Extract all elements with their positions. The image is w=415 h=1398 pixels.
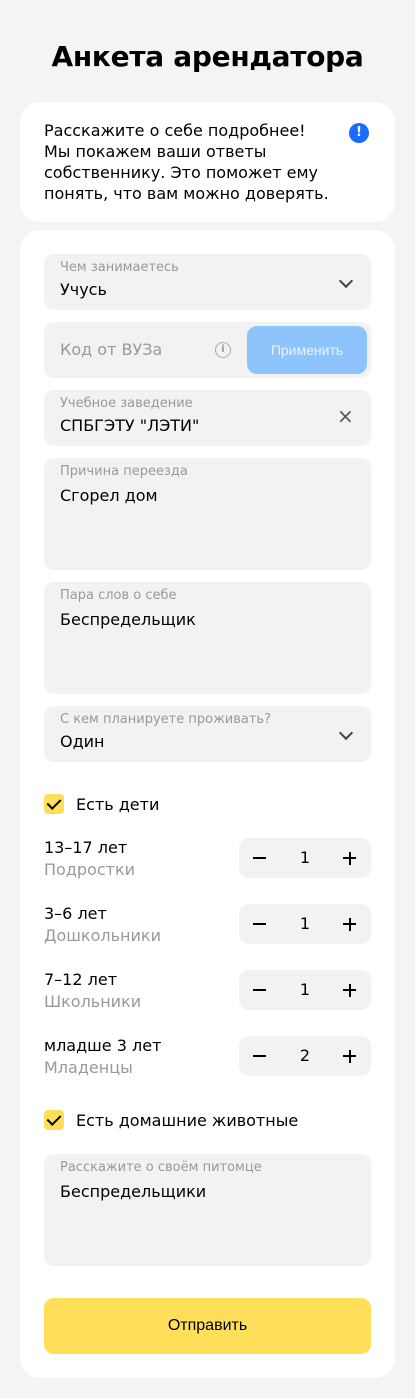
cohabitants-label: С кем планируете проживать? xyxy=(60,712,271,727)
info-text: Расскажите о себе подробнее! Мы покажем … xyxy=(44,121,329,203)
age-group-subtitle: Младенцы xyxy=(44,1058,133,1077)
children-stepper: 1 xyxy=(239,838,371,878)
age-group-title: 3–6 лет xyxy=(44,904,107,923)
info-icon[interactable]: i xyxy=(215,342,231,358)
about-label: Пара слов о себе xyxy=(60,588,177,603)
chevron-down-icon xyxy=(338,273,354,289)
pet-about-textarea[interactable]: Расскажите о своём питомце Беспредельщик… xyxy=(44,1154,371,1266)
university-code-field: i Применить xyxy=(44,322,371,378)
age-group-row: младше 3 лет Младенцы 2 xyxy=(44,1036,371,1080)
has-children-checkbox[interactable] xyxy=(44,794,64,814)
age-group-row: 3–6 лет Дошкольники 1 xyxy=(44,904,371,948)
age-group-title: 13–17 лет xyxy=(44,838,128,857)
university-code-input[interactable] xyxy=(60,340,210,359)
chevron-down-icon xyxy=(338,725,354,741)
exclamation-icon: ! xyxy=(349,123,369,143)
occupation-value: Учусь xyxy=(60,280,107,299)
move-reason-textarea[interactable]: Причина переезда Сгорел дом xyxy=(44,458,371,570)
children-stepper: 1 xyxy=(239,904,371,944)
plus-icon[interactable] xyxy=(343,1048,357,1064)
submit-button[interactable]: Отправить xyxy=(44,1298,371,1354)
age-group-subtitle: Дошкольники xyxy=(44,926,161,945)
about-textarea[interactable]: Пара слов о себе Беспредельщик xyxy=(44,582,371,694)
has-children-checkbox-row[interactable]: Есть дети xyxy=(44,794,159,814)
move-reason-label: Причина переезда xyxy=(60,464,188,479)
move-reason-value: Сгорел дом xyxy=(60,486,158,505)
has-pets-checkbox[interactable] xyxy=(44,1110,64,1130)
age-group-row: 7–12 лет Школьники 1 xyxy=(44,970,371,1014)
age-group-title: младше 3 лет xyxy=(44,1036,162,1055)
age-group-subtitle: Школьники xyxy=(44,992,142,1011)
plus-icon[interactable] xyxy=(343,982,357,998)
has-children-label: Есть дети xyxy=(76,794,160,814)
age-group-subtitle: Подростки xyxy=(44,860,136,879)
cohabitants-value: Один xyxy=(60,732,105,751)
institution-value: СПБГЭТУ "ЛЭТИ" xyxy=(60,416,200,435)
has-pets-checkbox-row[interactable]: Есть домашние животные xyxy=(44,1110,298,1130)
institution-field[interactable]: Учебное заведение СПБГЭТУ "ЛЭТИ" × xyxy=(44,390,371,446)
tenant-form: Чем занимаетесь Учусь i Применить Учебно… xyxy=(20,230,395,1378)
page-title: Анкета арендатора xyxy=(51,40,364,73)
cohabitants-select[interactable]: С кем планируете проживать? Один xyxy=(44,706,371,762)
about-value: Беспредельщик xyxy=(60,610,196,629)
close-icon[interactable]: × xyxy=(337,406,354,426)
age-group-row: 13–17 лет Подростки 1 xyxy=(44,838,371,882)
plus-icon[interactable] xyxy=(343,850,357,866)
plus-icon[interactable] xyxy=(343,916,357,932)
occupation-select[interactable]: Чем занимаетесь Учусь xyxy=(44,254,371,310)
pet-about-label: Расскажите о своём питомце xyxy=(60,1160,262,1175)
apply-button[interactable]: Применить xyxy=(247,326,367,374)
institution-label: Учебное заведение xyxy=(60,396,193,411)
age-group-title: 7–12 лет xyxy=(44,970,118,989)
has-pets-label: Есть домашние животные xyxy=(76,1110,299,1130)
children-stepper: 2 xyxy=(239,1036,371,1076)
occupation-label: Чем занимаетесь xyxy=(60,260,179,275)
info-card: Расскажите о себе подробнее! Мы покажем … xyxy=(20,102,395,222)
pet-about-value: Беспредельщики xyxy=(60,1182,207,1201)
children-stepper: 1 xyxy=(239,970,371,1010)
